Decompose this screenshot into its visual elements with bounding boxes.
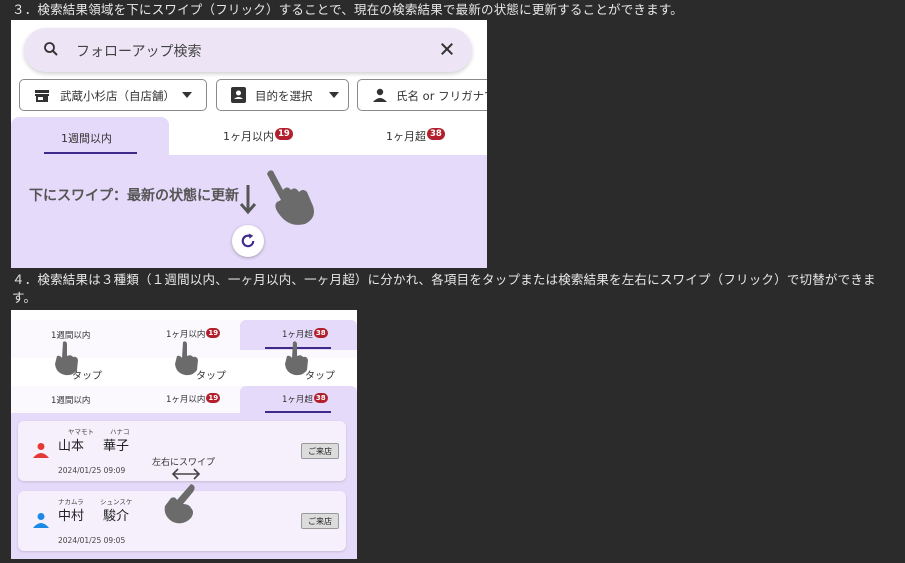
purpose-filter-label: 目的を選択 xyxy=(255,89,313,103)
tab-badge: 19 xyxy=(275,128,293,140)
result-tabs: 1週間以内 1ヶ月以内 19 1ヶ月超 38 xyxy=(11,117,487,155)
tab-within-month[interactable]: 1ヶ月以内 19 xyxy=(166,393,221,405)
refresh-indicator xyxy=(232,225,264,257)
name-filter-label: 氏名 or フリガナで xyxy=(396,89,487,103)
search-icon[interactable] xyxy=(42,40,60,58)
dropdown-arrow-icon xyxy=(182,92,192,98)
store-filter-dropdown[interactable]: 武蔵小杉店（自店舗） xyxy=(19,79,207,111)
search-bar[interactable]: フォローアップ検索 xyxy=(24,28,472,72)
tap-label: タップ xyxy=(72,371,102,382)
tab-over-month[interactable]: 1ヶ月超 38 xyxy=(282,393,328,405)
visit-date: 2024/01/25 09:05 xyxy=(58,536,126,545)
tab-over-month[interactable]: 1ヶ月超 38 xyxy=(386,128,445,144)
tab-within-week[interactable]: 1週間以内 xyxy=(51,394,90,406)
horizontal-arrow-icon xyxy=(171,468,201,480)
customer-first-name: 駿介 xyxy=(103,509,130,524)
swipe-hand-icon xyxy=(267,170,314,225)
tab-badge: 38 xyxy=(427,128,445,140)
tap-label: タップ xyxy=(305,371,335,382)
close-icon[interactable] xyxy=(438,40,456,58)
swipe-down-hint: 下にスワイプ：最新の状態に更新 xyxy=(29,188,239,204)
tab-row-results: 1週間以内 1ヶ月以内 19 1ヶ月超 38 xyxy=(11,386,357,414)
step4-caption-line1: ４．検索結果は３種類（１週間以内、一ヶ月以内、一ヶ月超）に分かれ、各項目をタップ… xyxy=(12,272,876,287)
person-icon xyxy=(373,88,387,102)
contact-card-icon xyxy=(231,87,246,103)
purpose-filter-dropdown[interactable]: 目的を選択 xyxy=(216,79,349,111)
search-input[interactable]: フォローアップ検索 xyxy=(76,41,201,61)
refresh-icon xyxy=(241,233,255,248)
customer-first-name: 華子 xyxy=(103,439,130,454)
tab-within-month[interactable]: 1ヶ月以内 19 xyxy=(166,328,221,340)
tab-within-week[interactable]: 1週間以内 xyxy=(61,130,112,146)
screen-tab-switch-demo: 1週間以内 1ヶ月以内 19 1ヶ月超 38 タップ タップ タップ 1週間以内 1… xyxy=(11,310,357,559)
customer-last-name: 山本 xyxy=(58,439,85,454)
name-filter-input[interactable]: 氏名 or フリガナで xyxy=(357,79,487,111)
search-results-area[interactable]: 下にスワイプ：最新の状態に更新 xyxy=(11,155,487,268)
tab-badge: 38 xyxy=(313,328,328,338)
swipe-left-right-hint: 左右にスワイプ xyxy=(152,458,216,468)
tab-within-month[interactable]: 1ヶ月以内 19 xyxy=(223,128,293,144)
arrow-down-icon xyxy=(239,185,257,215)
store-filter-label: 武蔵小杉店（自店舗） xyxy=(60,89,175,103)
tab-badge: 19 xyxy=(206,328,221,338)
tab-badge: 38 xyxy=(313,393,328,403)
visit-button[interactable]: ご来店 xyxy=(301,443,339,459)
swipe-hand-icon xyxy=(164,484,195,524)
customer-last-name: 中村 xyxy=(58,509,85,524)
visit-date: 2024/01/25 09:09 xyxy=(58,466,126,475)
step4-caption-line2: す。 xyxy=(12,290,37,305)
step3-caption: ３．検索結果領域を下にスワイプ（フリック）することで、現在の検索結果で最新の状態… xyxy=(12,2,683,17)
person-icon xyxy=(33,443,49,458)
screen-refresh-demo: フォローアップ検索 武蔵小杉店（自店舗） 目的を選択 氏名 or フリガナで 1… xyxy=(11,20,487,268)
tab-over-month[interactable]: 1ヶ月超 38 xyxy=(282,328,328,340)
active-tab-indicator xyxy=(44,152,137,154)
tap-label: タップ xyxy=(196,371,226,382)
store-icon xyxy=(35,90,49,102)
person-icon xyxy=(33,513,49,528)
tab-badge: 19 xyxy=(206,393,221,403)
visit-button[interactable]: ご来店 xyxy=(301,513,339,529)
dropdown-arrow-icon xyxy=(329,92,339,98)
